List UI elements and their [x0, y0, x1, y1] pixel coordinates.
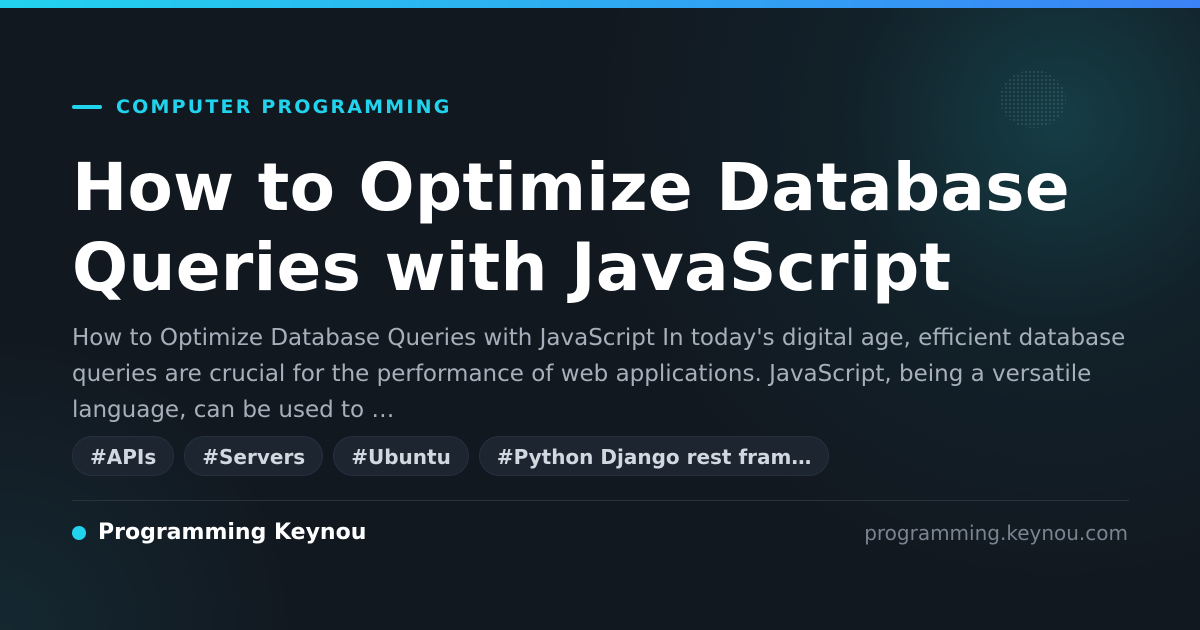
tag-apis[interactable]: #APIs	[72, 436, 175, 476]
brand-name: Programming Keynou	[98, 520, 367, 545]
brand: Programming Keynou	[72, 518, 366, 548]
footer-divider	[72, 500, 1129, 501]
tag-list: #APIs #Servers #Ubuntu #Python Django re…	[72, 436, 830, 476]
brand-dot-icon	[72, 526, 86, 540]
tag-python-django[interactable]: #Python Django rest fram…	[478, 436, 830, 476]
article-excerpt: How to Optimize Database Queries with Ja…	[72, 325, 1126, 423]
tag-servers[interactable]: #Servers	[184, 436, 324, 476]
category-header: COMPUTER PROGRAMMING	[72, 94, 452, 120]
category-label: COMPUTER PROGRAMMING	[116, 96, 452, 118]
article-title: How to Optimize Database Queries with Ja…	[72, 149, 1070, 306]
top-accent-bar	[0, 0, 1200, 8]
dot-pattern-decoration	[1000, 70, 1066, 128]
site-domain: programming.keynou.com	[864, 521, 1128, 545]
tag-ubuntu[interactable]: #Ubuntu	[333, 436, 469, 476]
category-dash-icon	[72, 105, 102, 109]
